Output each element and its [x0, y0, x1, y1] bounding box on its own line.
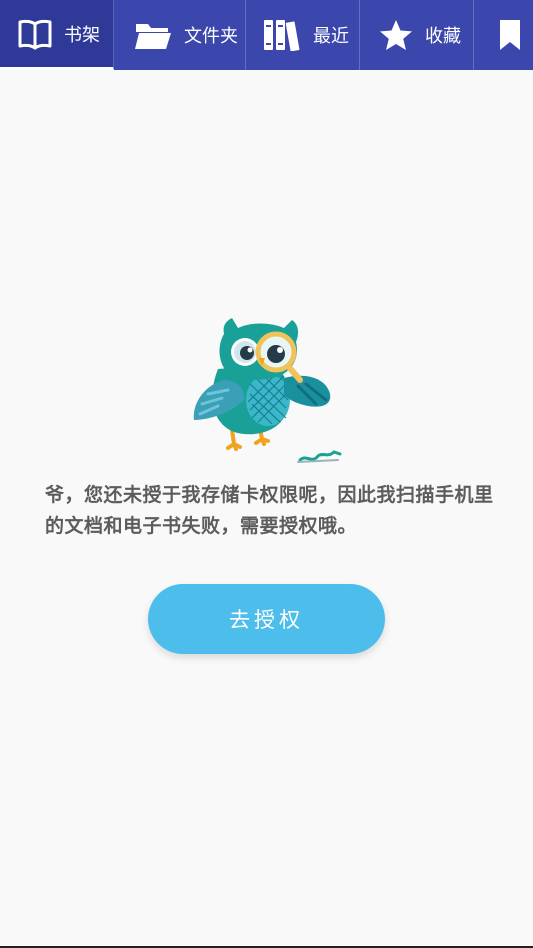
open-book-icon [18, 18, 52, 50]
owl-with-magnifier-icon [188, 314, 344, 466]
tab-folder-label: 文件夹 [184, 26, 238, 47]
tab-favorites-label: 收藏 [425, 26, 461, 47]
permission-message: 爷，您还未授于我存储卡权限呢，因此我扫描手机里的文档和电子书失败，需要授权哦。 [45, 484, 494, 537]
tab-favorites[interactable]: 收藏 [360, 0, 474, 70]
tab-folder[interactable]: 文件夹 [114, 0, 246, 70]
tab-recent[interactable]: 最近 [246, 0, 360, 70]
tab-shelf[interactable]: 书架 [0, 0, 114, 70]
folder-icon [134, 20, 172, 50]
star-icon [379, 19, 413, 51]
books-icon [263, 19, 301, 51]
tab-shelf-label: 书架 [64, 24, 100, 46]
tab-bar: 书架 文件夹 最近 收藏 [0, 0, 533, 70]
bookmark-icon [499, 19, 521, 51]
authorize-button[interactable]: 去授权 [148, 584, 385, 654]
tab-bookmarks[interactable] [474, 0, 533, 70]
tab-recent-label: 最近 [313, 26, 349, 47]
